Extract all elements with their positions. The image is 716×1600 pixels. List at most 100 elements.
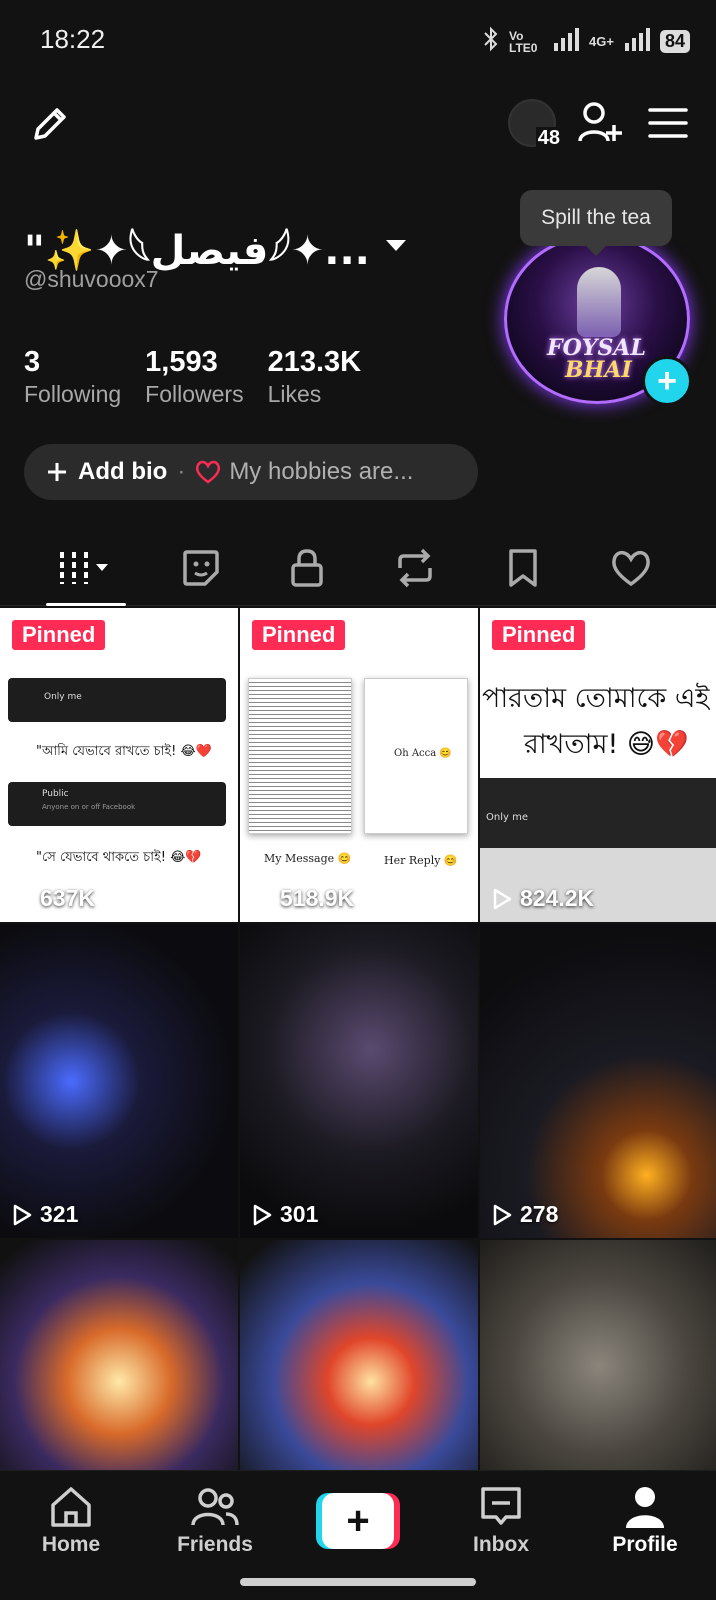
video-tile[interactable]: 301 bbox=[240, 924, 478, 1238]
overlay-text: My Message 😊 bbox=[264, 852, 352, 865]
video-grid: Only me "আমি যেভাবে রাখতে চাই! 😂❤️ Publi… bbox=[0, 608, 716, 1554]
view-count: 321 bbox=[12, 1201, 78, 1228]
add-bio-label: Add bio bbox=[78, 458, 168, 485]
video-tile[interactable]: Oh Acca 😊 My Message 😊 Her Reply 😊 Pinne… bbox=[240, 608, 478, 922]
play-icon bbox=[253, 1204, 272, 1225]
bookmark-icon bbox=[509, 548, 537, 587]
pencil-icon bbox=[34, 108, 66, 140]
add-bio-button[interactable]: Add bio bbox=[46, 458, 167, 486]
nav-friends[interactable]: Friends bbox=[160, 1485, 270, 1557]
bio-pill[interactable]: Add bio · My hobbies are... bbox=[24, 444, 478, 500]
home-indicator[interactable] bbox=[240, 1578, 476, 1586]
separator-dot: · bbox=[177, 458, 186, 485]
video-tile[interactable]: পারতাম তোমাকে এই রাখতাম! 😅💔 Only me Pinn… bbox=[480, 608, 716, 922]
overlay-text: "আমি যেভাবে রাখতে চাই! 😂❤️ bbox=[36, 744, 212, 759]
menu-button[interactable] bbox=[644, 96, 692, 150]
play-icon bbox=[253, 888, 272, 909]
note-tooltip[interactable]: Spill the tea bbox=[520, 190, 672, 256]
overlay-text: Public bbox=[42, 789, 69, 799]
avatar-brand-line1: FOYSAL bbox=[547, 335, 646, 361]
overlay-text: রাখতাম! 😅💔 bbox=[524, 729, 689, 760]
tab-liked[interactable] bbox=[596, 530, 666, 605]
overlay-text: "সে যেভাবে থাকতে চাই! 😂💔 bbox=[36, 850, 202, 865]
overlay-text: পারতাম তোমাকে এই bbox=[482, 683, 710, 714]
view-count: 301 bbox=[252, 1201, 318, 1228]
notification-count: 48 bbox=[535, 127, 562, 150]
tab-favorites[interactable] bbox=[488, 530, 558, 605]
privacy-bar bbox=[8, 678, 226, 722]
add-friend-button[interactable] bbox=[574, 96, 626, 150]
caret-down-icon bbox=[385, 239, 406, 251]
nav-inbox-label: Inbox bbox=[473, 1533, 529, 1556]
view-count-text: 321 bbox=[40, 1201, 79, 1227]
pinned-badge: Pinned bbox=[252, 620, 346, 650]
stat-value: 213.3K bbox=[267, 346, 362, 378]
view-count: 637K bbox=[12, 885, 95, 912]
add-user-icon bbox=[578, 102, 622, 142]
overlay-text: Her Reply 😊 bbox=[384, 854, 458, 867]
inbox-icon bbox=[481, 1487, 521, 1525]
stat-followers[interactable]: 1,593 Followers bbox=[145, 346, 243, 408]
play-icon bbox=[13, 888, 32, 909]
avatar-figure bbox=[577, 267, 621, 337]
play-icon bbox=[493, 1204, 512, 1225]
edit-profile-button[interactable] bbox=[24, 98, 76, 150]
view-count: 278 bbox=[492, 1201, 558, 1228]
stat-likes[interactable]: 213.3K Likes bbox=[268, 346, 362, 408]
lock-icon bbox=[291, 548, 323, 587]
plus-icon: + bbox=[322, 1493, 394, 1549]
hobbies-button[interactable]: My hobbies are... bbox=[195, 458, 413, 486]
repost-icon bbox=[398, 548, 432, 587]
play-icon bbox=[493, 888, 512, 909]
profile-stats: 3 Following 1,593 Followers 213.3K Likes bbox=[24, 346, 361, 408]
hobbies-label: My hobbies are... bbox=[229, 458, 414, 485]
nav-profile-label: Profile bbox=[612, 1533, 678, 1556]
nav-inbox[interactable]: Inbox bbox=[446, 1485, 556, 1557]
view-count: 518.9K bbox=[252, 885, 354, 912]
avatar-brand-line2: BHAI bbox=[565, 357, 632, 383]
stat-label: Following bbox=[24, 381, 122, 407]
view-count-text: 637K bbox=[40, 885, 95, 911]
overlay-text: Anyone on or off Facebook bbox=[42, 803, 136, 811]
network-type-label: 4G+ bbox=[589, 34, 614, 49]
signal-icon-2 bbox=[624, 27, 650, 56]
signal-icon bbox=[553, 27, 580, 56]
tab-private[interactable] bbox=[272, 530, 342, 605]
profile-icon bbox=[626, 1487, 664, 1528]
status-icons: Vo LTE0 4G+ 84 bbox=[483, 26, 690, 57]
plus-icon: + bbox=[657, 362, 677, 400]
volte-label: Vo LTE0 bbox=[509, 28, 538, 55]
stat-following[interactable]: 3 Following bbox=[24, 346, 121, 408]
video-tile[interactable]: Only me "আমি যেভাবে রাখতে চাই! 😂❤️ Publi… bbox=[0, 608, 238, 922]
notifications-button[interactable]: 48 bbox=[500, 96, 564, 150]
stat-value: 1,593 bbox=[145, 346, 218, 378]
view-count-text: 518.9K bbox=[280, 885, 355, 911]
video-tile[interactable]: 278 bbox=[480, 924, 716, 1238]
home-icon bbox=[51, 1487, 91, 1527]
avatar-brand-text: FOYSAL BHAI bbox=[547, 337, 646, 381]
tab-stickers[interactable] bbox=[166, 530, 236, 605]
bluetooth-icon bbox=[483, 26, 499, 57]
stat-label: Followers bbox=[145, 381, 244, 407]
status-time: 18:22 bbox=[40, 24, 106, 54]
heart-icon bbox=[196, 460, 221, 484]
add-story-button[interactable]: + bbox=[642, 356, 692, 406]
pinned-badge: Pinned bbox=[492, 620, 586, 650]
view-count: 824.2K bbox=[492, 885, 594, 912]
stat-label: Likes bbox=[267, 381, 322, 407]
status-bar: 18:22 Vo LTE0 4G+ 84 bbox=[0, 0, 716, 84]
view-count-text: 278 bbox=[520, 1201, 559, 1227]
view-count-text: 301 bbox=[280, 1201, 319, 1227]
battery-level: 84 bbox=[659, 30, 690, 53]
overlay-text: Oh Acca 😊 bbox=[394, 748, 452, 759]
create-button[interactable]: + bbox=[316, 1493, 400, 1549]
plus-icon bbox=[48, 463, 66, 481]
tab-videos[interactable] bbox=[46, 530, 126, 606]
nav-profile[interactable]: Profile bbox=[590, 1485, 700, 1557]
profile-tabs bbox=[0, 530, 716, 606]
tab-reposts[interactable] bbox=[380, 530, 450, 605]
top-bar: 48 bbox=[0, 90, 716, 160]
nav-home[interactable]: Home bbox=[16, 1485, 126, 1557]
video-tile[interactable]: 321 bbox=[0, 924, 238, 1238]
message-page bbox=[248, 678, 352, 834]
